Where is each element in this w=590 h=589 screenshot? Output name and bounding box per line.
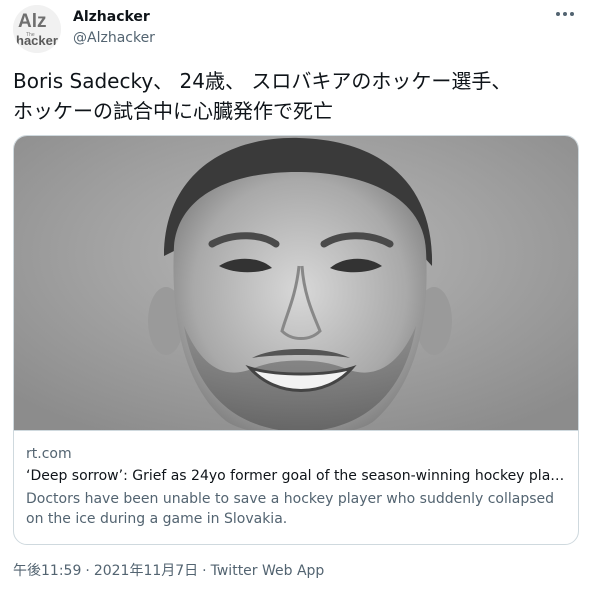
card-description: Doctors have been unable to save a hocke… (26, 491, 555, 527)
more-dots-icon (556, 12, 574, 16)
link-card[interactable]: rt.com ‘Deep sorrow’: Grief as 24yo form… (13, 135, 579, 545)
more-button[interactable] (551, 5, 579, 25)
tweet-source[interactable]: Twitter Web App (211, 563, 325, 579)
tweet-text: Boris Sadecky、 24歳、 スロバキアのホッケー選手、 ホッケーの試… (13, 66, 579, 126)
tweet-meta: 午後11:59 · 2021年11月7日 · Twitter Web App (13, 562, 324, 580)
portrait-photo (14, 136, 578, 430)
tweet-date[interactable]: 2021年11月7日 (94, 563, 198, 579)
tweet-header: Alz The hacker Alzhacker @Alzhacker (13, 5, 579, 53)
svg-text:Alz: Alz (18, 11, 47, 32)
card-title[interactable]: ‘Deep sorrow’: Grief as 24yo former goal… (26, 466, 566, 486)
card-image[interactable] (14, 136, 578, 430)
tweet-time[interactable]: 午後11:59 (13, 563, 81, 579)
svg-text:hacker: hacker (16, 33, 58, 48)
author-names: Alzhacker @Alzhacker (73, 8, 155, 48)
tweet-text-line: Boris Sadecky、 24歳、 スロバキアのホッケー選手、 (13, 69, 512, 93)
handle[interactable]: @Alzhacker (73, 28, 155, 48)
display-name[interactable]: Alzhacker (73, 8, 155, 26)
avatar[interactable]: Alz The hacker (13, 5, 61, 53)
card-body: rt.com ‘Deep sorrow’: Grief as 24yo form… (14, 430, 578, 544)
avatar-logo: Alz The hacker (13, 5, 61, 53)
meta-separator: · (85, 563, 90, 579)
meta-separator: · (202, 563, 207, 579)
tweet-text-line: ホッケーの試合中に心臓発作で死亡 (13, 99, 333, 123)
card-domain: rt.com (26, 446, 72, 462)
